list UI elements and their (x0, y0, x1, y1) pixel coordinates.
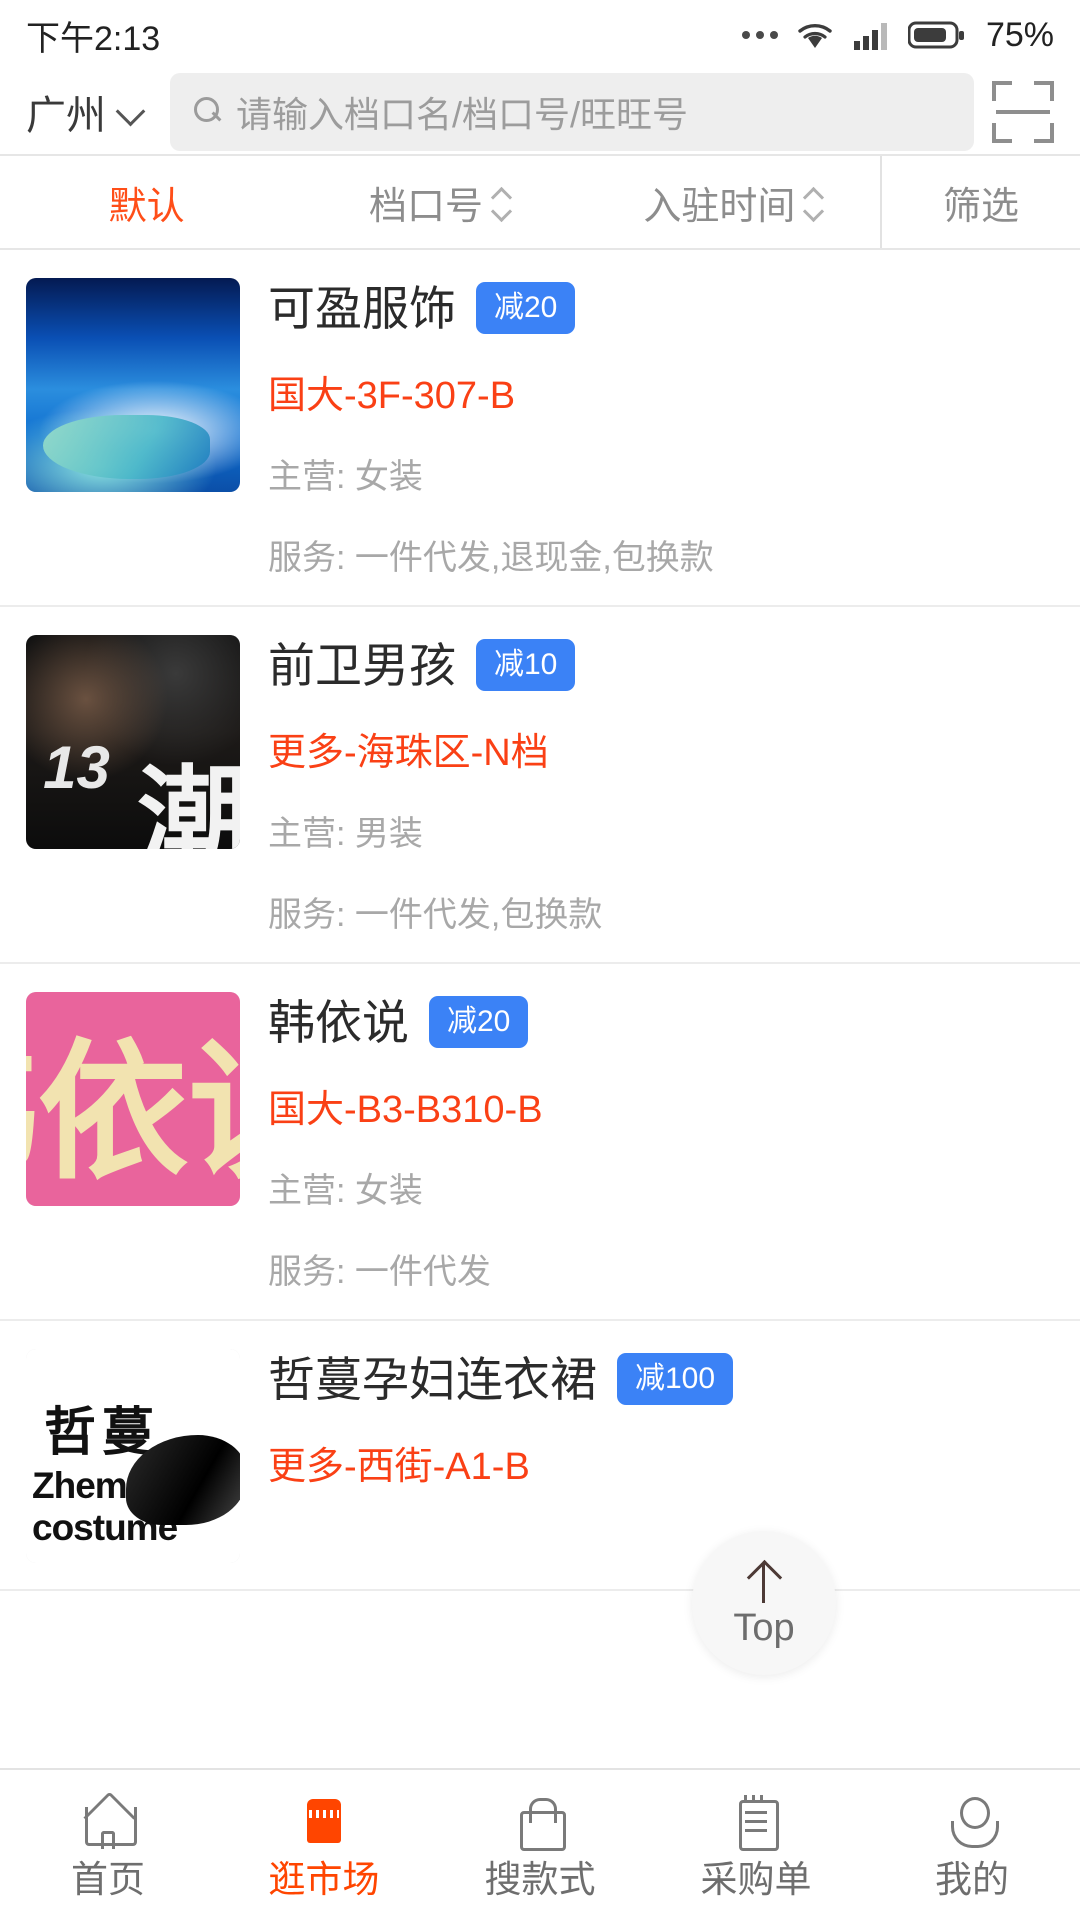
shop-code: 更多-海珠区-N档 (268, 721, 1054, 776)
chevron-down-icon (118, 100, 142, 124)
status-icons: 75% (742, 16, 1054, 55)
shop-details: 韩依说 减20 国大-B3-B310-B 主营: 女装 服务: 一件代发 (240, 992, 1054, 1293)
bag-icon (512, 1793, 568, 1849)
shop-thumbnail[interactable]: 韩依说 (26, 992, 240, 1206)
shop-services: 服务: 一件代发,退现金,包换款 (268, 530, 1054, 579)
more-dots-icon (742, 31, 778, 39)
person-icon (944, 1793, 1000, 1849)
tab-profile[interactable]: 我的 (864, 1793, 1080, 1898)
search-header: 广州 请输入档口名/档口号/旺旺号 (0, 70, 1080, 154)
shop-list: 可盈服饰 减20 国大-3F-307-B 主营: 女装 服务: 一件代发,退现金… (0, 250, 1080, 1591)
arrow-up-icon (741, 1559, 787, 1605)
city-selector[interactable]: 广州 (26, 83, 142, 141)
tab-search-style[interactable]: 搜款式 (432, 1793, 648, 1898)
home-icon (80, 1793, 136, 1849)
search-input[interactable]: 请输入档口名/档口号/旺旺号 (170, 73, 974, 151)
discount-badge: 减20 (429, 996, 528, 1048)
sort-item-join-time[interactable]: 入驻时间 (587, 156, 880, 248)
shop-thumbnail[interactable] (26, 635, 240, 849)
shop-main-category: 主营: 女装 (268, 1163, 1054, 1212)
shop-list-item[interactable]: 可盈服饰 减20 国大-3F-307-B 主营: 女装 服务: 一件代发,退现金… (0, 250, 1080, 607)
shop-list-item[interactable]: 前卫男孩 减10 更多-海珠区-N档 主营: 男装 服务: 一件代发,包换款 (0, 607, 1080, 964)
city-label: 广州 (26, 83, 106, 141)
shop-thumbnail[interactable] (26, 278, 240, 492)
discount-badge: 减20 (476, 282, 575, 334)
shop-list-viewport[interactable]: 可盈服饰 减20 国大-3F-307-B 主营: 女装 服务: 一件代发,退现金… (0, 250, 1080, 1768)
shop-list-item[interactable]: 哲蔓 Zheman costume 哲蔓孕妇连衣裙 减100 更多-西街-A1-… (0, 1321, 1080, 1591)
wifi-icon (794, 18, 836, 52)
shop-name: 可盈服饰 (268, 285, 456, 332)
discount-badge: 减100 (617, 1353, 733, 1405)
sort-arrows-icon (491, 188, 511, 217)
tab-purchase-order[interactable]: 采购单 (648, 1793, 864, 1898)
tab-label-home: 首页 (71, 1861, 145, 1898)
battery-icon (908, 19, 966, 51)
shop-code: 国大-B3-B310-B (268, 1078, 1054, 1133)
shop-icon (296, 1793, 352, 1849)
shop-code: 国大-3F-307-B (268, 364, 1054, 419)
tab-market[interactable]: 逛市场 (216, 1793, 432, 1898)
search-placeholder: 请输入档口名/档口号/旺旺号 (236, 86, 688, 138)
tab-label-search-style: 搜款式 (485, 1861, 596, 1898)
shop-name: 韩依说 (268, 999, 409, 1046)
back-to-top-label: Top (733, 1609, 794, 1647)
tab-label-profile: 我的 (935, 1861, 1009, 1898)
back-to-top-button[interactable]: Top (692, 1531, 836, 1675)
thumbnail-text: 韩依说 (26, 992, 240, 1206)
status-time: 下午2:13 (26, 11, 160, 60)
sort-label-default: 默认 (109, 175, 185, 230)
search-icon (194, 97, 224, 127)
bottom-tab-bar: 首页 逛市场 搜款式 采购单 我的 (0, 1768, 1080, 1920)
tab-home[interactable]: 首页 (0, 1793, 216, 1898)
filter-button[interactable]: 筛选 (880, 156, 1080, 248)
shop-thumbnail[interactable]: 哲蔓 Zheman costume (26, 1349, 240, 1563)
tab-label-market: 逛市场 (269, 1861, 380, 1898)
scan-qr-icon[interactable] (992, 81, 1054, 143)
sort-label-booth-number: 档口号 (369, 175, 483, 230)
tab-label-purchase-order: 采购单 (701, 1861, 812, 1898)
battery-percent: 75% (986, 16, 1054, 55)
shop-details: 可盈服饰 减20 国大-3F-307-B 主营: 女装 服务: 一件代发,退现金… (240, 278, 1054, 579)
shop-details: 前卫男孩 减10 更多-海珠区-N档 主营: 男装 服务: 一件代发,包换款 (240, 635, 1054, 936)
sort-arrows-icon (803, 188, 823, 217)
shop-code: 更多-西街-A1-B (268, 1435, 1054, 1490)
sort-label-join-time: 入驻时间 (643, 175, 795, 230)
status-bar: 下午2:13 75% (0, 0, 1080, 70)
sort-item-booth-number[interactable]: 档口号 (293, 156, 586, 248)
shop-main-category: 主营: 男装 (268, 806, 1054, 855)
shop-services: 服务: 一件代发,包换款 (268, 887, 1054, 936)
shop-details: 哲蔓孕妇连衣裙 减100 更多-西街-A1-B (240, 1349, 1054, 1563)
shop-name: 前卫男孩 (268, 642, 456, 689)
shop-main-category: 主营: 女装 (268, 449, 1054, 498)
discount-badge: 减10 (476, 639, 575, 691)
filter-label: 筛选 (943, 175, 1019, 230)
shop-services: 服务: 一件代发 (268, 1244, 1054, 1293)
signal-icon (852, 19, 892, 51)
sort-bar: 默认 档口号 入驻时间 筛选 (0, 154, 1080, 250)
sort-item-default[interactable]: 默认 (0, 156, 293, 248)
shop-list-item[interactable]: 韩依说 韩依说 减20 国大-B3-B310-B 主营: 女装 服务: 一件代发 (0, 964, 1080, 1321)
shop-name: 哲蔓孕妇连衣裙 (268, 1356, 597, 1403)
clipboard-icon (728, 1793, 784, 1849)
